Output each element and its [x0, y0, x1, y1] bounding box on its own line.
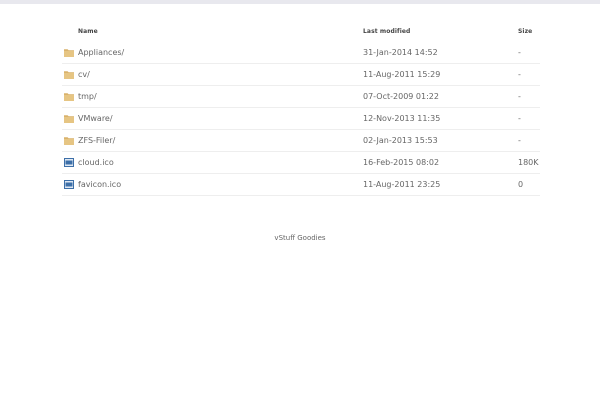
- file-size: -: [518, 70, 521, 79]
- column-header-last-modified[interactable]: Last modified: [363, 28, 410, 35]
- file-link[interactable]: VMware/: [78, 114, 113, 123]
- table-row: favicon.ico 11-Aug-2011 23:25 0: [62, 174, 540, 196]
- file-link[interactable]: favicon.ico: [78, 180, 121, 189]
- last-modified: 16-Feb-2015 08:02: [363, 158, 440, 167]
- file-size: -: [518, 48, 521, 57]
- listing-header: Name Last modified Size: [62, 22, 540, 42]
- top-bar: [0, 0, 600, 4]
- table-row: cv/ 11-Aug-2011 15:29 -: [62, 64, 540, 86]
- file-listing: Name Last modified Size Appliances/ 31-J…: [62, 22, 540, 196]
- last-modified: 11-Aug-2011 15:29: [363, 70, 441, 79]
- last-modified: 11-Aug-2011 23:25: [363, 180, 441, 189]
- column-header-name[interactable]: Name: [78, 28, 98, 35]
- last-modified: 07-Oct-2009 01:22: [363, 92, 439, 101]
- table-row: Appliances/ 31-Jan-2014 14:52 -: [62, 42, 540, 64]
- folder-icon: [64, 92, 74, 101]
- file-link[interactable]: cloud.ico: [78, 158, 114, 167]
- folder-icon: [64, 114, 74, 123]
- last-modified: 12-Nov-2013 11:35: [363, 114, 441, 123]
- table-row: VMware/ 12-Nov-2013 11:35 -: [62, 108, 540, 130]
- file-size: 180K: [518, 158, 539, 167]
- folder-icon: [64, 136, 74, 145]
- file-link[interactable]: ZFS-Filer/: [78, 136, 115, 145]
- file-size: 0: [518, 180, 524, 189]
- file-link[interactable]: Appliances/: [78, 48, 124, 57]
- file-link[interactable]: cv/: [78, 70, 90, 79]
- footer-text: vStuff Goodies: [274, 234, 326, 242]
- last-modified: 02-Jan-2013 15:53: [363, 136, 438, 145]
- file-size: -: [518, 136, 521, 145]
- file-size: -: [518, 92, 521, 101]
- column-header-size[interactable]: Size: [518, 28, 532, 35]
- image-file-icon: [64, 180, 74, 189]
- folder-icon: [64, 48, 74, 57]
- file-size: -: [518, 114, 521, 123]
- last-modified: 31-Jan-2014 14:52: [363, 48, 438, 57]
- file-link[interactable]: tmp/: [78, 92, 97, 101]
- folder-icon: [64, 70, 74, 79]
- image-file-icon: [64, 158, 74, 167]
- table-row: ZFS-Filer/ 02-Jan-2013 15:53 -: [62, 130, 540, 152]
- table-row: tmp/ 07-Oct-2009 01:22 -: [62, 86, 540, 108]
- table-row: cloud.ico 16-Feb-2015 08:02 180K: [62, 152, 540, 174]
